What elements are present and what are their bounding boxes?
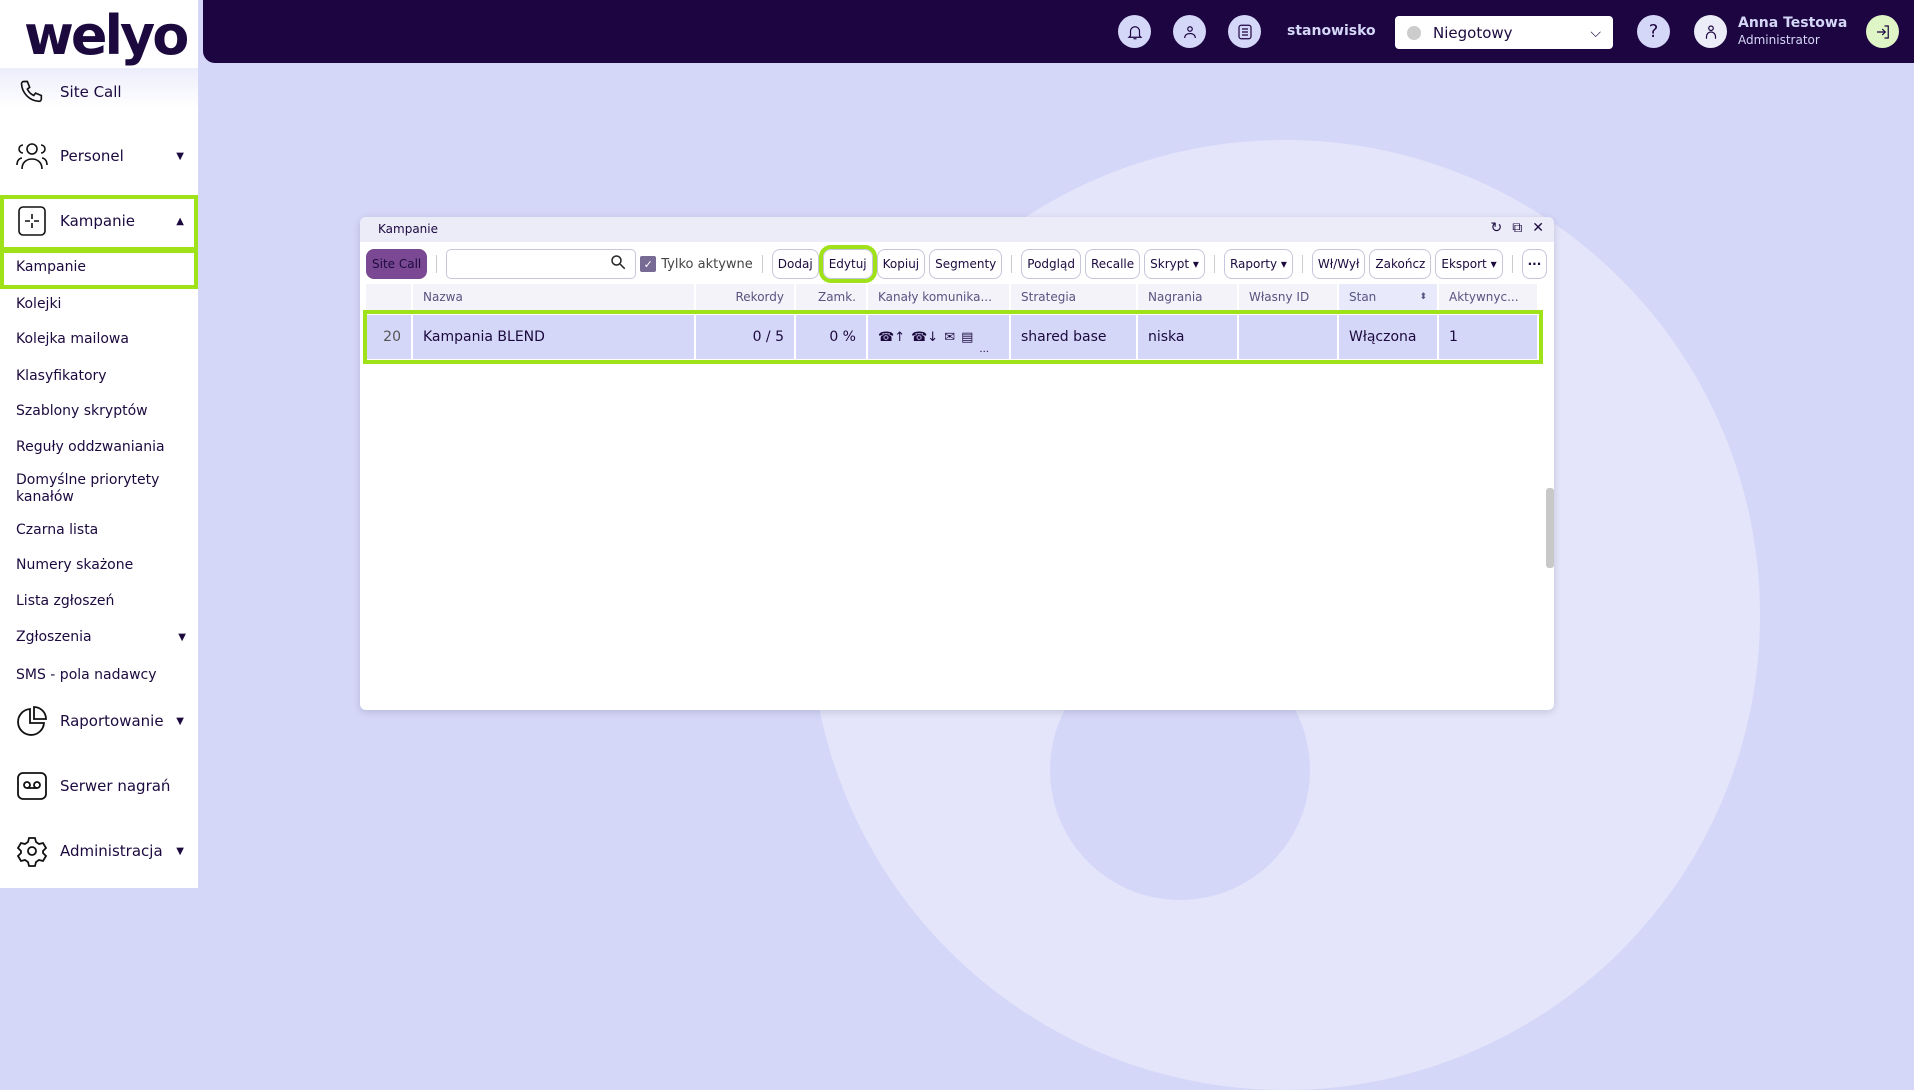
edit-button[interactable]: Edytuj [818,245,877,283]
team-icon[interactable] [1173,15,1206,48]
campaigns-dialog: Kampanie ↻ ⧉ ✕ Site Call ✓ Tylko aktywne Do… [360,217,1554,710]
reports-dropdown[interactable]: Raporty ▾ [1223,249,1293,279]
only-active-checkbox[interactable]: ✓ Tylko aktywne [640,256,753,272]
sidebar-subitem-lista-zgloszen[interactable]: Lista zgłoszeń [16,593,114,610]
col-zamk[interactable]: Zamk. [796,284,866,310]
highlight-frame [0,249,198,289]
user-name: Anna Testowa [1738,15,1848,31]
dialog-title: Kampanie [378,222,438,236]
sidebar-item-site-call[interactable]: Site Call [0,74,198,110]
search-icon [609,253,627,275]
bell-icon[interactable] [1118,15,1151,48]
search-input[interactable] [446,249,637,279]
sidebar-item-raportowanie[interactable]: Raportowanie ▼ [0,703,198,739]
chevron-down-icon: ▼ [176,150,184,162]
col-nazwa[interactable]: Nazwa [413,284,694,310]
segments-button[interactable]: Segmenty [929,249,1003,279]
logout-icon[interactable] [1866,15,1899,48]
status-dot [1407,25,1421,40]
chevron-down-icon: ▼ [176,715,184,727]
sidebar-subitem-priorytety[interactable]: Domyślne priorytety kanałów [16,472,176,506]
users-icon [14,138,50,174]
col-wlasny-id[interactable]: Własny ID [1239,284,1337,310]
sidebar-subitem-sms[interactable]: SMS - pola nadawcy [16,667,157,684]
scrollbar[interactable] [1546,488,1554,568]
col-strategia[interactable]: Strategia [1011,284,1136,310]
toolbar: Site Call ✓ Tylko aktywne Dodaj Edytuj Ko… [366,245,1548,283]
pie-chart-icon [14,703,50,739]
sidebar-item-administracja[interactable]: Administracja ▼ [0,833,198,869]
sidebar-subitem-kolejka-mailowa[interactable]: Kolejka mailowa [16,331,129,348]
sidebar: welyo Site Call Personel ▼ Kampanie ▲ Ka… [0,0,198,888]
list-icon[interactable] [1228,15,1261,48]
close-icon[interactable]: ✕ [1532,220,1544,236]
sidebar-subitem-zgloszenia[interactable]: Zgłoszenia ▼ [16,629,186,646]
chevron-down-icon: ▼ [178,632,186,643]
copy-button[interactable]: Kopiuj [876,249,926,279]
col-kanaly[interactable]: Kanały komunika... [868,284,1009,310]
col-rekordy[interactable]: Rekordy [696,284,794,310]
help-button[interactable]: ? [1637,15,1670,48]
more-button[interactable]: ··· [1521,249,1548,279]
highlight-frame [363,310,1543,364]
recalls-button[interactable]: Recalle [1084,249,1141,279]
voicemail-icon [14,768,50,804]
col-nagrania[interactable]: Nagrania [1138,284,1237,310]
table-header: Nazwa Rekordy Zamk. Kanały komunika... S… [366,284,1539,310]
refresh-icon[interactable]: ↻ [1491,220,1503,236]
sidebar-subitem-szablony[interactable]: Szablony skryptów [16,403,148,420]
finish-button[interactable]: Zakończ [1369,249,1432,279]
popout-icon[interactable]: ⧉ [1512,220,1522,236]
status-select[interactable]: Niegotowy ⌵ [1395,16,1613,49]
sidebar-item-serwer-nagran[interactable]: Serwer nagrań [0,768,198,804]
logo: welyo [24,4,189,67]
site-call-button[interactable]: Site Call [366,249,428,279]
gear-icon [14,833,50,869]
phone-icon [14,74,50,110]
preview-button[interactable]: Podgląd [1021,249,1081,279]
check-icon: ✓ [640,256,657,272]
campaigns-table: Nazwa Rekordy Zamk. Kanały komunika... S… [363,284,1543,364]
highlight-frame [0,195,198,251]
sidebar-subitem-klasyfikatory[interactable]: Klasyfikatory [16,368,107,385]
sidebar-subitem-reguly[interactable]: Reguły oddzwaniania [16,439,165,456]
col-stan[interactable]: Stan ⬍ [1339,284,1437,310]
sort-icon: ⬍ [1419,292,1427,302]
top-bar: stanowisko Niegotowy ⌵ ? Anna Testowa Adm… [203,0,1914,63]
toggle-button[interactable]: Wł/Wył [1311,249,1366,279]
chevron-down-icon: ▼ [176,845,184,857]
sidebar-subitem-kolejki[interactable]: Kolejki [16,296,61,313]
table-row[interactable]: 20 Kampania BLEND 0 / 5 0 % ☎↑ ☎↓ ✉ ▤... sh… [363,310,1543,364]
add-button[interactable]: Dodaj [771,249,819,279]
sidebar-subitem-czarna-lista[interactable]: Czarna lista [16,522,98,539]
chevron-down-icon: ⌵ [1590,24,1601,41]
script-dropdown[interactable]: Skrypt ▾ [1144,249,1205,279]
export-dropdown[interactable]: Eksport ▾ [1435,249,1503,279]
sidebar-item-personel[interactable]: Personel ▼ [0,138,198,174]
col-aktywnych[interactable]: Aktywnyc... [1439,284,1537,310]
user-role: Administrator [1738,33,1820,47]
workstation-label: stanowisko [1287,23,1376,39]
avatar[interactable] [1694,15,1727,48]
sidebar-subitem-numery[interactable]: Numery skażone [16,557,133,574]
